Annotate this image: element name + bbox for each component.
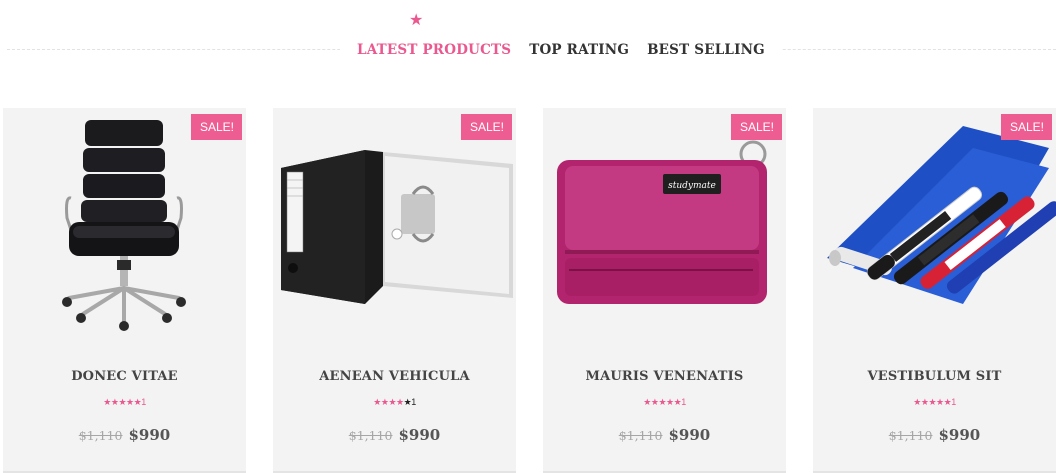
star-icon: ★	[936, 397, 944, 407]
product-section: ★ LATEST PRODUCTS TOP RATING BEST SELLIN…	[0, 0, 1056, 473]
rating-count: 1	[951, 397, 956, 407]
product-card[interactable]: SALE! VESTIBULUM SIT ★★★★★1 $1,110 $990	[813, 108, 1056, 473]
rating-count: 1	[681, 397, 686, 407]
star-rating: ★★★★★1	[273, 396, 516, 408]
star-icon: ★	[409, 12, 424, 29]
star-icon: ★	[666, 397, 674, 407]
pencil-pouch-image: studymate	[557, 140, 767, 304]
product-image[interactable]	[273, 108, 516, 348]
star-icon: ★	[658, 397, 667, 407]
star-rating: ★★★★★1	[813, 396, 1056, 408]
star-icon: ★	[118, 397, 127, 407]
rating-count: 1	[411, 397, 416, 407]
product-price: $1,110 $990	[813, 425, 1056, 444]
star-rating: ★★★★★1	[543, 396, 786, 408]
star-icon: ★	[388, 397, 397, 407]
product-name[interactable]: MAURIS VENENATIS	[543, 369, 786, 384]
tab-latest-products[interactable]: LATEST PRODUCTS	[348, 38, 520, 62]
product-card[interactable]: SALE! DONEC VITAE ★★★★★1 $1,110 $990	[3, 108, 246, 473]
product-price: $1,110 $990	[3, 425, 246, 444]
tab-best-selling[interactable]: BEST SELLING	[638, 38, 774, 62]
rating-count: 1	[141, 397, 146, 407]
sale-price: $990	[128, 426, 171, 444]
star-icon: ★	[373, 397, 381, 407]
product-grid: SALE! DONEC VITAE ★★★★★1 $1,110 $990 SAL…	[3, 108, 1056, 473]
old-price: $1,110	[618, 428, 663, 443]
sale-price: $990	[668, 426, 711, 444]
star-icon: ★	[928, 397, 937, 407]
star-icon: ★	[103, 397, 111, 407]
sale-price: $990	[398, 426, 441, 444]
product-card[interactable]: studymate SALE! MAURIS VENENATIS ★★★★★1 …	[543, 108, 786, 473]
office-chair-image	[62, 120, 186, 331]
star-rating: ★★★★★1	[3, 396, 246, 408]
product-card[interactable]: SALE! AENEAN VEHICULA ★★★★★1 $1,110 $990	[273, 108, 516, 473]
old-price: $1,110	[78, 428, 123, 443]
sale-badge: SALE!	[1000, 114, 1052, 140]
pouch-label: studymate	[668, 181, 716, 191]
product-image[interactable]	[813, 108, 1056, 348]
star-icon: ★	[643, 397, 651, 407]
star-icon: ★	[396, 397, 404, 407]
product-name[interactable]: DONEC VITAE	[3, 369, 246, 384]
product-tabs: LATEST PRODUCTS TOP RATING BEST SELLING	[340, 38, 782, 62]
star-icon: ★	[126, 397, 134, 407]
sale-badge: SALE!	[730, 114, 782, 140]
ring-binder-image	[281, 150, 513, 304]
product-price: $1,110 $990	[543, 425, 786, 444]
star-icon: ★	[913, 397, 921, 407]
tab-top-rating[interactable]: TOP RATING	[520, 38, 638, 62]
markers-and-rolls-image	[827, 126, 1056, 304]
product-price: $1,110 $990	[273, 425, 516, 444]
product-image[interactable]	[3, 108, 246, 348]
sale-badge: SALE!	[460, 114, 512, 140]
old-price: $1,110	[888, 428, 933, 443]
product-image[interactable]: studymate	[543, 108, 786, 348]
sale-badge: SALE!	[190, 114, 242, 140]
product-name[interactable]: AENEAN VEHICULA	[273, 369, 516, 384]
old-price: $1,110	[348, 428, 393, 443]
product-name[interactable]: VESTIBULUM SIT	[813, 369, 1056, 384]
sale-price: $990	[938, 426, 981, 444]
